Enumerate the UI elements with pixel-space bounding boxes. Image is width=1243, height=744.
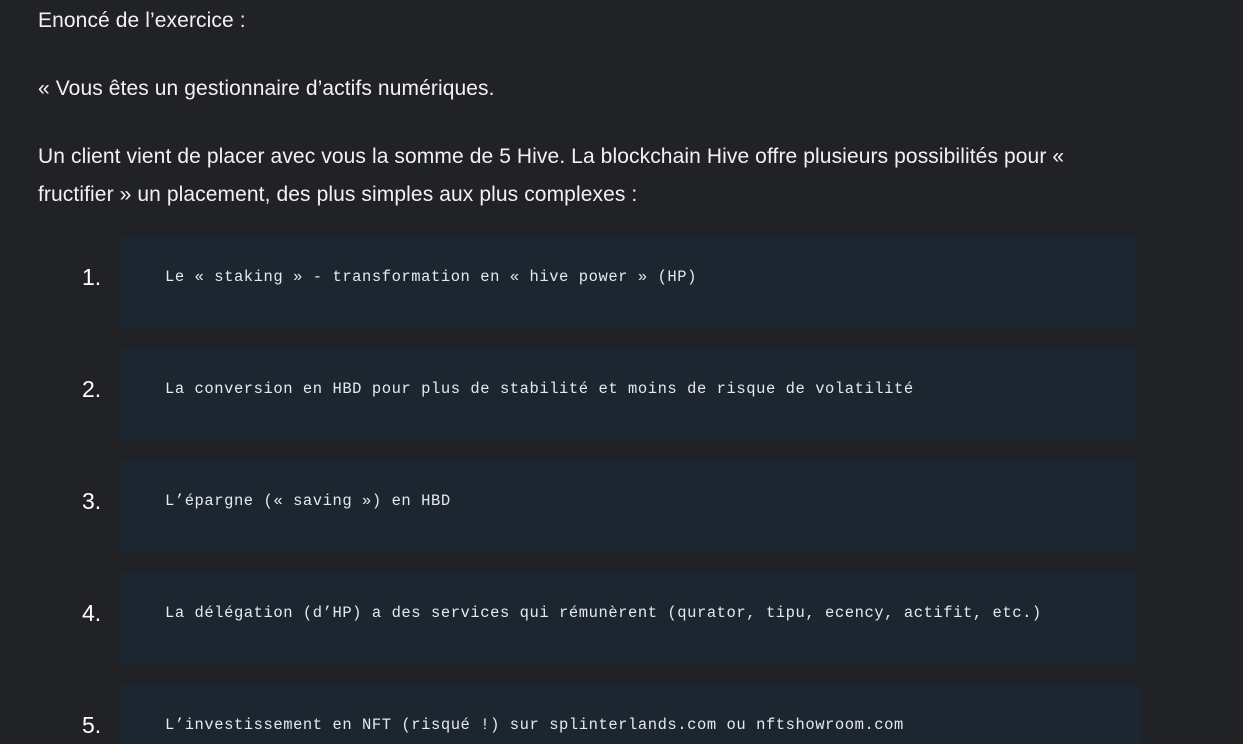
intro-paragraph-1: « Vous êtes un gestionnaire d’actifs num…: [38, 77, 495, 100]
list-item-marker: 4.: [82, 600, 102, 626]
intro-prose: Enoncé de l’exercice : « Vous êtes un ge…: [0, 0, 1243, 744]
code-block-text: Le « staking » - transformation en « hiv…: [165, 268, 697, 286]
code-block: Le « staking » - transformation en « hiv…: [119, 236, 1137, 328]
page-title: Enoncé de l’exercice :: [38, 9, 246, 32]
code-block-text: La conversion en HBD pour plus de stabil…: [165, 380, 914, 398]
code-block: La conversion en HBD pour plus de stabil…: [119, 348, 1137, 440]
intro-paragraph-2: Un client vient de placer avec vous la s…: [38, 145, 1065, 206]
code-block-text: La délégation (d’HP) a des services qui …: [165, 604, 1042, 622]
list-item-marker: 2.: [82, 376, 102, 402]
code-block: L’investissement en NFT (risqué !) sur s…: [119, 684, 1142, 744]
code-block-text: L’investissement en NFT (risqué !) sur s…: [165, 716, 904, 734]
list-item: 3. L’épargne (« saving ») en HBD: [38, 460, 1205, 552]
list-item-marker: 3.: [82, 488, 102, 514]
list-item-marker: 1.: [82, 264, 102, 290]
code-block-text: L’épargne (« saving ») en HBD: [165, 492, 451, 510]
code-block: L’épargne (« saving ») en HBD: [119, 460, 1137, 552]
list-item: 1. Le « staking » - transformation en « …: [38, 236, 1205, 328]
list-item: 5. L’investissement en NFT (risqué !) su…: [38, 684, 1205, 744]
list-item-marker: 5.: [82, 712, 102, 738]
list-item: 4. La délégation (d’HP) a des services q…: [38, 572, 1205, 664]
code-block: La délégation (d’HP) a des services qui …: [119, 572, 1137, 664]
list-item: 2. La conversion en HBD pour plus de sta…: [38, 348, 1205, 440]
document-page: Enoncé de l’exercice : « Vous êtes un ge…: [0, 0, 1243, 744]
steps-list: 1. Le « staking » - transformation en « …: [38, 236, 1205, 744]
